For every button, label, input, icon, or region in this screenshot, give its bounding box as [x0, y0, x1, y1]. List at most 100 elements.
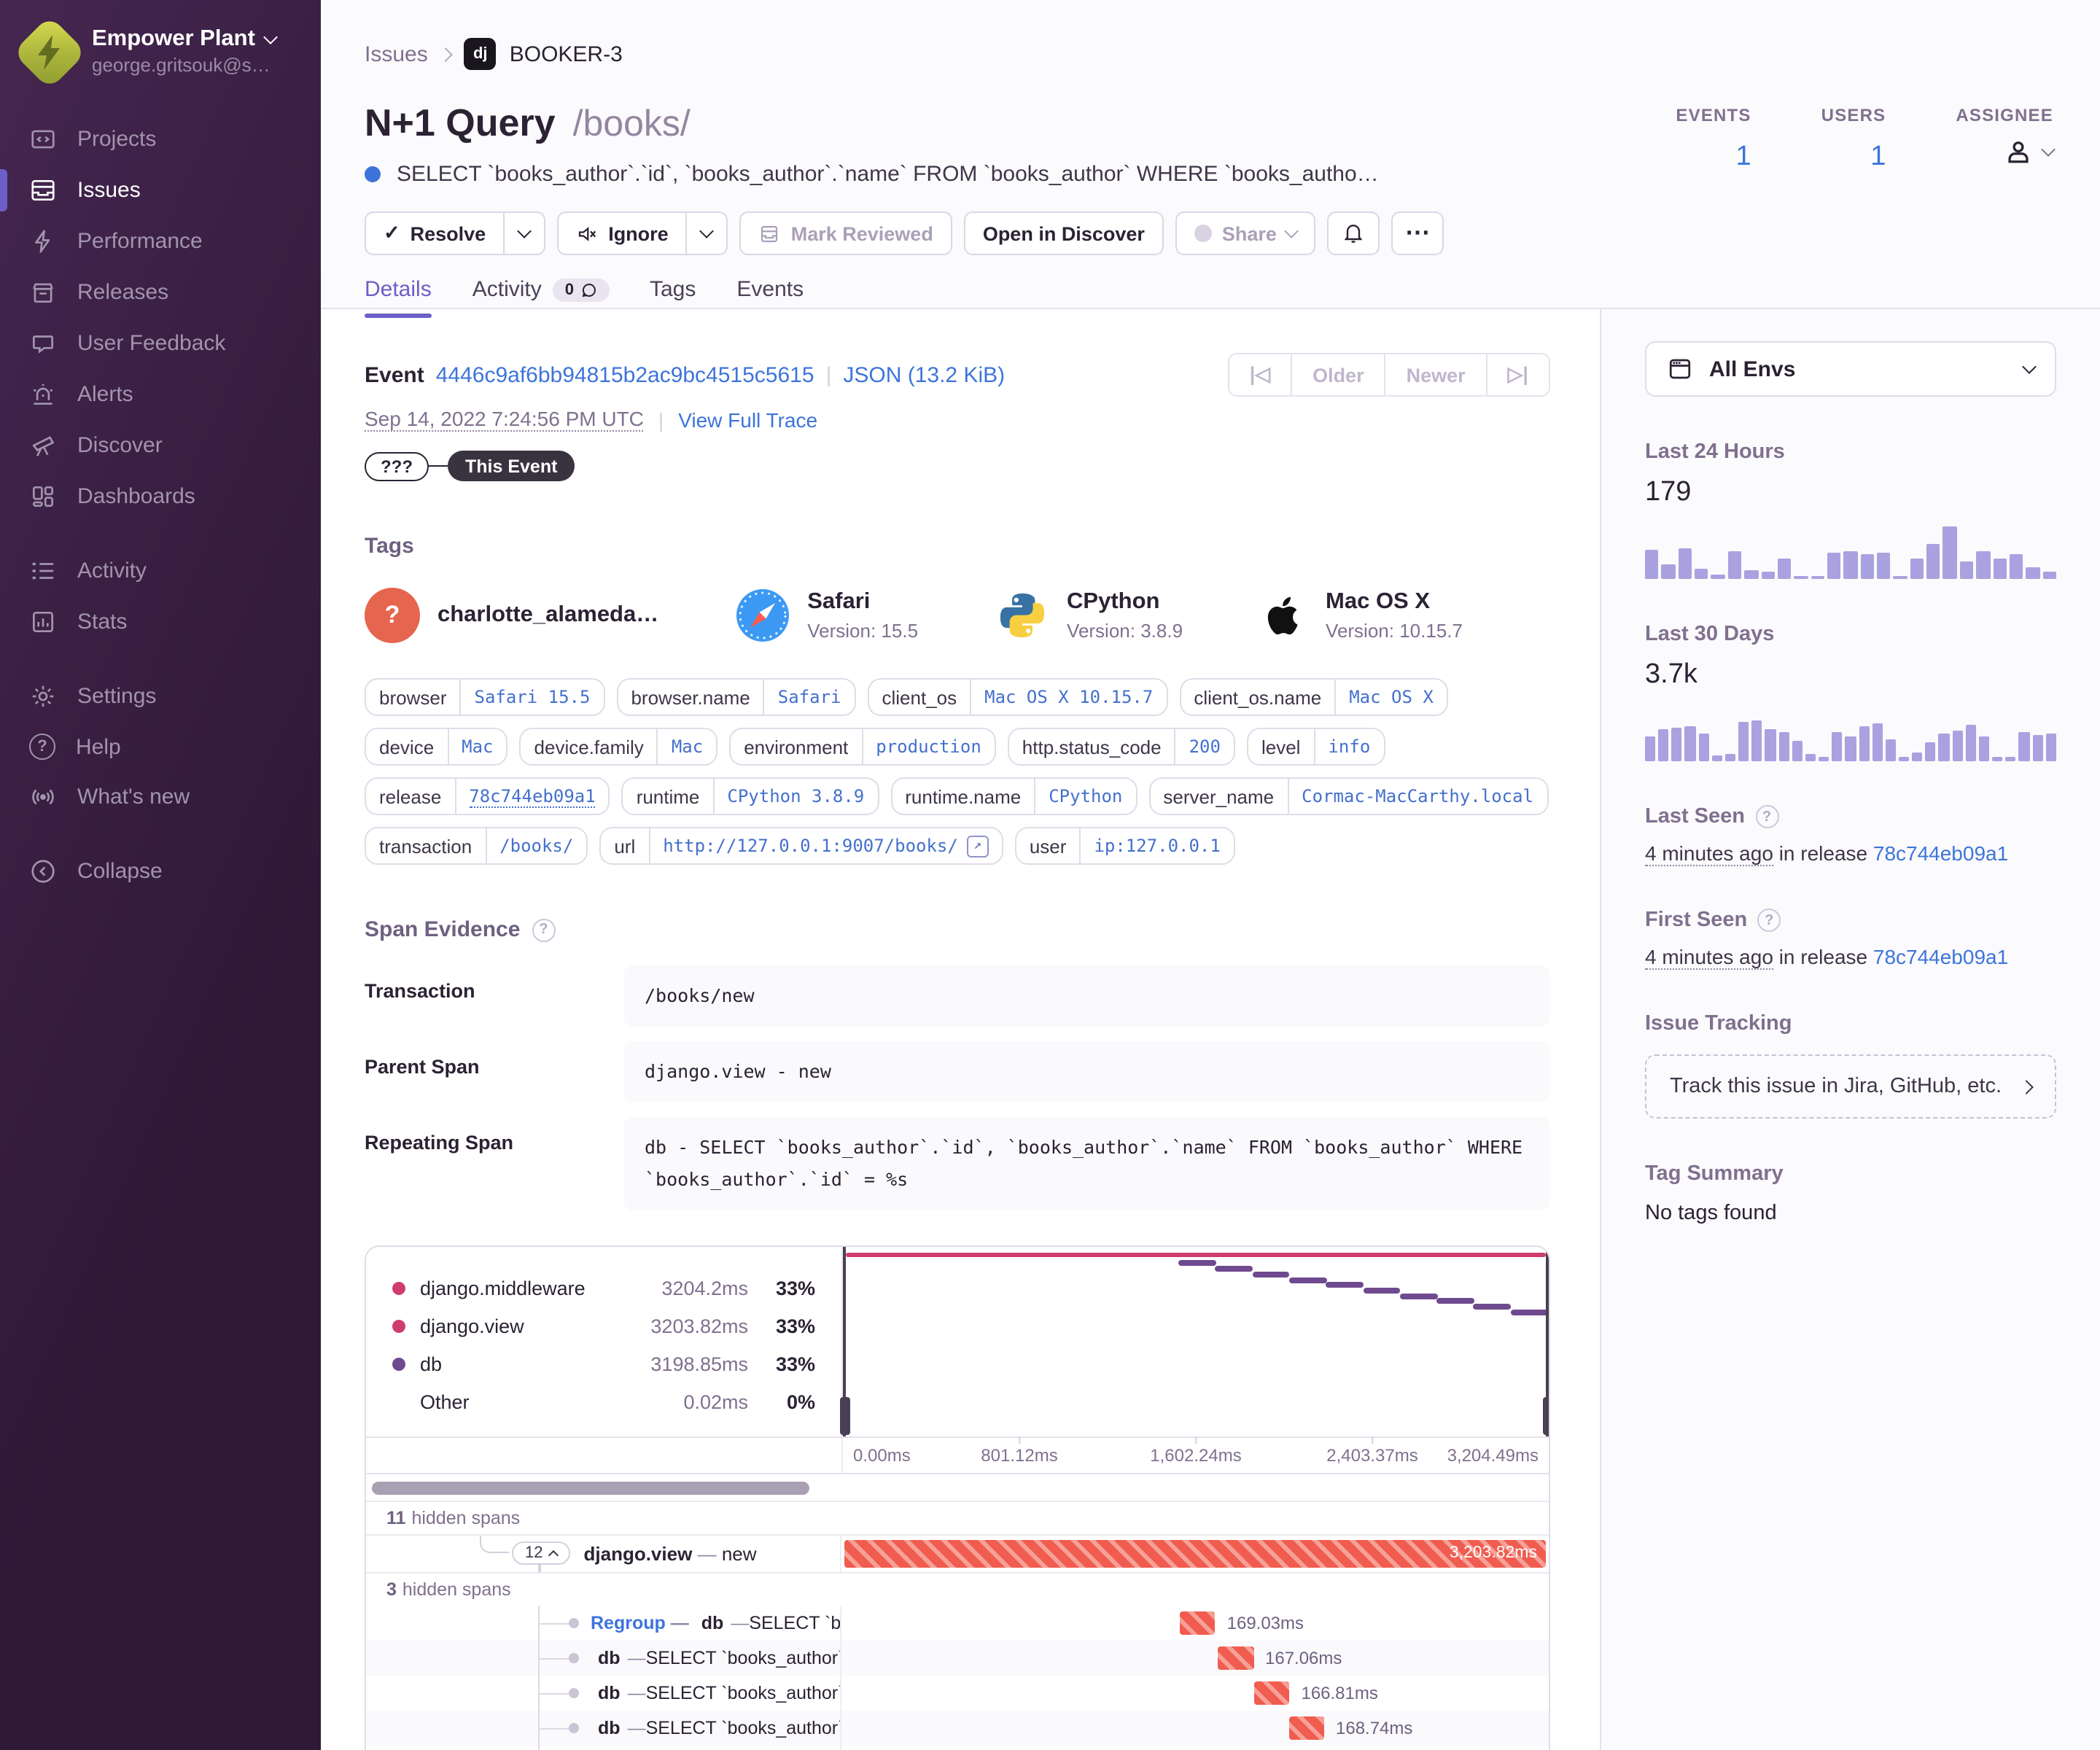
releases-icon	[33, 283, 53, 303]
org-switcher[interactable]: Empower Plant george.gritsouk@s…	[0, 15, 321, 90]
sidebar-item-help[interactable]: ? Help	[0, 722, 321, 771]
sidebar-item-performance[interactable]: Performance	[0, 216, 321, 267]
newest-event-button[interactable]: ▷|	[1485, 354, 1549, 395]
issue-tracking-title: Issue Tracking	[1645, 1012, 1792, 1035]
tab-tags[interactable]: Tags	[650, 277, 696, 316]
tag-pill[interactable]: runtime CPython 3.8.9↗	[621, 777, 879, 815]
subscribe-bell-button[interactable]	[1327, 211, 1380, 255]
ignore-dropdown-button[interactable]	[687, 211, 728, 255]
sidebar-item-settings[interactable]: Settings	[0, 671, 321, 722]
newer-event-button[interactable]: Newer	[1384, 354, 1486, 395]
more-actions-button[interactable]: ⋯	[1391, 211, 1444, 255]
hidden-spans-row-top[interactable]: 11 hidden spans	[366, 1500, 1549, 1533]
tag-pill[interactable]: device.family Mac↗	[519, 728, 718, 766]
tag-pill[interactable]: http.status_code 200↗	[1007, 728, 1235, 766]
oldest-event-button[interactable]: |◁	[1229, 354, 1291, 395]
span-row[interactable]: — db—SELECT `books_author` 167.29ms 167.…	[366, 1745, 1549, 1750]
span-count-pill[interactable]: 12	[512, 1541, 571, 1565]
tag-pill[interactable]: client_os Mac OS X 10.15.7↗	[867, 678, 1168, 716]
resolve-dropdown-button[interactable]	[505, 211, 546, 255]
sidebar-item-collapse[interactable]: Collapse	[0, 846, 321, 897]
span-row[interactable]: Regroup — db—SELECT `books_author` 169.0…	[366, 1605, 1549, 1640]
external-link-icon[interactable]: ↗	[966, 835, 989, 857]
question-icon[interactable]: ?	[1757, 909, 1781, 932]
sidebar-item-user-feedback[interactable]: User Feedback	[0, 318, 321, 369]
axis-tick-label: 2,403.37ms	[1326, 1436, 1418, 1465]
user-tag[interactable]: ? charlotte_alameda…	[365, 588, 658, 643]
this-event-pill[interactable]: This Event	[448, 451, 575, 481]
tag-pill[interactable]: level info↗	[1246, 728, 1385, 766]
first-seen-release-link[interactable]: 78c744eb09a1	[1873, 945, 2008, 968]
tab-events[interactable]: Events	[736, 277, 804, 316]
broadcast-icon	[32, 789, 54, 805]
view-full-trace-link[interactable]: View Full Trace	[678, 408, 817, 431]
check-icon: ✓	[384, 222, 400, 244]
span-row[interactable]: — db—SELECT `books_author` 166.81ms 166.…	[366, 1675, 1549, 1710]
tag-pill[interactable]: user ip:127.0.0.1↗	[1014, 827, 1235, 865]
minimap-right-handle[interactable]	[1542, 1246, 1549, 1436]
tag-pill[interactable]: client_os.name Mac OS X↗	[1179, 678, 1448, 716]
event-id-link[interactable]: 4446c9af6bb94815b2ac9bc4515c5615	[436, 362, 814, 387]
sidebar-item-discover[interactable]: Discover	[0, 420, 321, 471]
older-event-button[interactable]: Older	[1291, 354, 1385, 395]
browser-tag[interactable]: Safari Version: 15.5	[734, 588, 918, 643]
tag-pill[interactable]: release 78c744eb09a1↗	[365, 777, 610, 815]
unknown-trace-pill[interactable]: ???	[365, 451, 429, 481]
runtime-tag[interactable]: CPython Version: 3.8.9	[994, 588, 1183, 643]
tag-pill[interactable]: environment production↗	[729, 728, 996, 766]
ignore-button[interactable]: Ignore	[557, 211, 688, 255]
span-row[interactable]: — db—SELECT `books_author` 167.06ms 167.…	[366, 1640, 1549, 1675]
issue-tracking-section: Issue Tracking Track this issue in Jira,…	[1645, 1012, 2056, 1119]
tag-pill[interactable]: browser Safari 15.5↗	[365, 678, 605, 716]
environment-selector[interactable]: All Envs	[1645, 341, 2056, 397]
track-issue-button[interactable]: Track this issue in Jira, GitHub, etc.	[1645, 1054, 2056, 1119]
question-icon[interactable]: ?	[532, 918, 556, 941]
tab-details[interactable]: Details	[365, 277, 432, 318]
tag-pill[interactable]: device Mac↗	[365, 728, 508, 766]
tab-activity[interactable]: Activity 0	[472, 277, 609, 316]
os-tag[interactable]: Mac OS X Version: 10.15.7	[1259, 589, 1463, 642]
span-duration-bar: 3,203.82ms	[844, 1539, 1546, 1567]
event-json-link[interactable]: JSON (13.2 KiB)	[843, 362, 1005, 387]
events-count[interactable]: 1	[1676, 141, 1751, 174]
hidden-spans-row-mid[interactable]: 3 hidden spans	[366, 1571, 1549, 1605]
tag-pill[interactable]: server_name Cormac-MacCarthy.local↗	[1148, 777, 1549, 815]
span-group-row[interactable]: 12 django.view — new 3,203.82ms	[366, 1533, 1549, 1571]
tag-pill[interactable]: runtime.name CPython↗	[890, 777, 1138, 815]
sidebar-item-releases[interactable]: Releases	[0, 267, 321, 318]
sidebar-item-stats[interactable]: Stats	[0, 596, 321, 648]
assignee-selector[interactable]	[1956, 136, 2056, 168]
span-row[interactable]: — db—SELECT `books_author` 168.74ms 168.…	[366, 1710, 1549, 1745]
question-icon[interactable]: ?	[1755, 805, 1778, 828]
sidebar-item-alerts[interactable]: Alerts	[0, 369, 321, 420]
sidebar-item-projects[interactable]: Projects	[0, 114, 321, 165]
mute-icon	[579, 226, 596, 241]
resolve-button[interactable]: ✓ Resolve	[365, 211, 505, 255]
waterfall-scrollbar	[366, 1472, 1549, 1500]
sidebar-item-issues[interactable]: Issues	[0, 165, 321, 216]
tree-node-dot	[569, 1722, 579, 1732]
axis-tick-label: 1,602.24ms	[1150, 1436, 1242, 1465]
last-seen-release-link[interactable]: 78c744eb09a1	[1873, 841, 2008, 865]
breadcrumb-issues[interactable]: Issues	[365, 42, 428, 66]
last-seen-time[interactable]: 4 minutes ago	[1645, 841, 1773, 866]
sidebar-item-dashboards[interactable]: Dashboards	[0, 471, 321, 522]
first-seen-time[interactable]: 4 minutes ago	[1645, 945, 1773, 970]
minimap-left-handle[interactable]	[839, 1246, 849, 1436]
sidebar-item-whats-new[interactable]: What's new	[0, 771, 321, 822]
waterfall-minimap[interactable]	[839, 1246, 1549, 1436]
open-in-discover-button[interactable]: Open in Discover	[963, 211, 1164, 255]
sidebar-item-activity[interactable]: Activity	[0, 545, 321, 596]
tag-pill[interactable]: browser.name Safari↗	[616, 678, 856, 716]
issue-culprit: /books/	[572, 104, 691, 144]
scrollbar-thumb[interactable]	[372, 1481, 809, 1494]
share-button[interactable]: Share	[1175, 211, 1316, 255]
mark-reviewed-button[interactable]: Mark Reviewed	[739, 211, 952, 255]
tag-pill[interactable]: url http://127.0.0.1:9007/books/↗	[599, 827, 1003, 865]
telescope-icon	[32, 436, 55, 456]
event-timestamp[interactable]: Sep 14, 2022 7:24:56 PM UTC	[365, 407, 644, 432]
assignee-label: ASSIGNEE	[1956, 105, 2053, 125]
last-30-days-count: 3.7k	[1645, 659, 1698, 690]
tag-pill[interactable]: transaction /books/↗	[365, 827, 588, 865]
users-count[interactable]: 1	[1821, 141, 1886, 174]
